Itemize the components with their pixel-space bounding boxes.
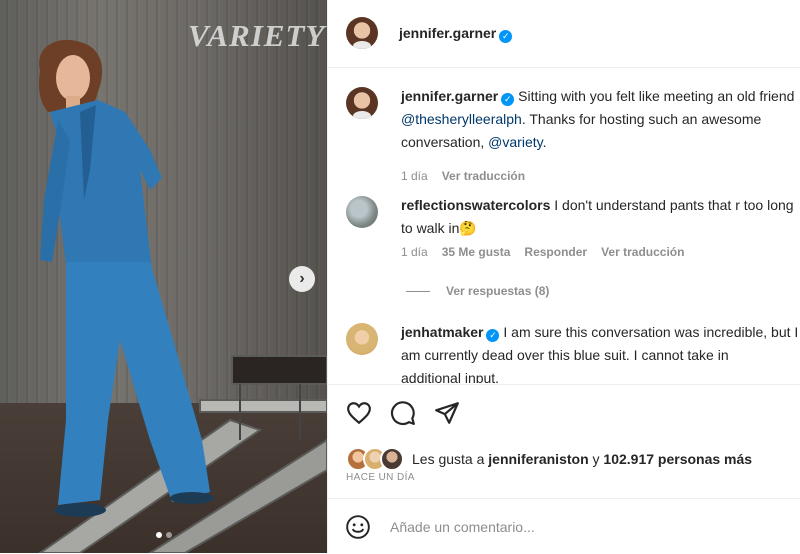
comment-text: reflectionswatercolors I don't understan… (401, 194, 800, 240)
carousel-dot-active (155, 532, 162, 538)
comment-text: jenhatmaker ✓ I am sure this conversation… (401, 321, 800, 383)
see-translation-button[interactable]: Ver traducción (442, 169, 525, 183)
verified-badge-icon: ✓ (501, 93, 515, 106)
photo-scene (38, 39, 327, 553)
verified-badge-icon: ✓ (499, 30, 513, 43)
comment-line-3: additional input. (401, 370, 500, 383)
caption-period: . (542, 134, 547, 150)
liker-username[interactable]: jenniferaniston (488, 451, 588, 467)
send-icon[interactable] (434, 400, 460, 426)
avatar[interactable] (346, 17, 378, 49)
avatar[interactable] (346, 196, 378, 228)
comment-meta: 1 día 35 Me gusta Responder Ver traducci… (401, 245, 684, 259)
mention-link[interactable]: @thesherylleeralph (401, 111, 522, 127)
carousel-indicator (0, 532, 327, 538)
avatar[interactable] (346, 323, 378, 355)
comment-username[interactable]: jennifer.garner (401, 88, 498, 104)
comment-likes-count[interactable]: 35 Me gusta (442, 245, 511, 259)
comment-line-2: to walk in (401, 220, 460, 236)
thinking-emoji: 🤔 (459, 220, 477, 236)
view-replies-button[interactable]: Ver respuestas (8) (406, 284, 549, 298)
mention-link[interactable]: @variety (488, 134, 542, 150)
likes-prefix: Les gusta a (412, 451, 489, 467)
liker-avatar (380, 447, 404, 471)
comment-username[interactable]: jenhatmaker (401, 324, 483, 340)
post-timestamp[interactable]: HACE UN DÍA (346, 472, 415, 483)
header-username[interactable]: jennifer.garner (399, 25, 496, 41)
action-bar (328, 384, 800, 445)
variety-watermark: VARIETY (188, 18, 326, 53)
likes-count[interactable]: 102.917 personas más (603, 451, 752, 467)
comment-icon[interactable] (390, 400, 416, 426)
see-translation-button[interactable]: Ver traducción (601, 245, 684, 259)
add-comment-bar: Añade un comentario... (328, 498, 800, 554)
likes-conjunction: y (588, 451, 604, 467)
comment-line-1: I don't understand pants that r too long (554, 197, 794, 213)
likes-text: Les gusta a jenniferaniston y 102.917 pe… (412, 451, 752, 467)
heart-icon[interactable] (346, 400, 372, 426)
comment-time: 1 día (401, 245, 428, 259)
add-comment-input[interactable]: Añade un comentario... (390, 519, 535, 535)
post-details-panel: jennifer.garner ✓ jennifer.garner ✓ Sittin… (327, 0, 800, 553)
caption-line-3: conversation, (401, 134, 489, 150)
likes-summary[interactable]: Les gusta a jenniferaniston y 102.917 pe… (346, 446, 752, 472)
caption-line-1: Sitting with you felt like meeting an ol… (518, 88, 795, 104)
replies-divider (406, 290, 430, 292)
comment-line-1: I am sure this conversation was incredib… (503, 324, 799, 340)
header-user: jennifer.garner ✓ (399, 25, 513, 43)
view-replies-label: Ver respuestas (8) (446, 284, 550, 298)
post-image[interactable]: VARIETY › (0, 0, 327, 553)
post-header: jennifer.garner ✓ (328, 0, 800, 68)
caption-line-2: . Thanks for hosting such an awesome (521, 111, 762, 127)
caption-text: jennifer.garner ✓ Sitting with you felt l… (401, 85, 800, 154)
avatar[interactable] (346, 87, 378, 119)
chevron-right-icon[interactable]: › (289, 266, 315, 292)
comment-line-2: am currently dead over this blue suit. I… (401, 347, 729, 363)
carousel-dot (165, 532, 172, 538)
comment-meta: 1 día Ver traducción (401, 169, 525, 183)
smiley-icon[interactable] (345, 514, 371, 540)
comment-username[interactable]: reflectionswatercolors (401, 197, 550, 213)
comments-list[interactable]: jennifer.garner ✓ Sitting with you felt l… (328, 68, 800, 383)
verified-badge-icon: ✓ (486, 329, 500, 342)
woman-figure (38, 39, 214, 517)
reply-button[interactable]: Responder (524, 245, 587, 259)
comment-time: 1 día (401, 169, 428, 183)
